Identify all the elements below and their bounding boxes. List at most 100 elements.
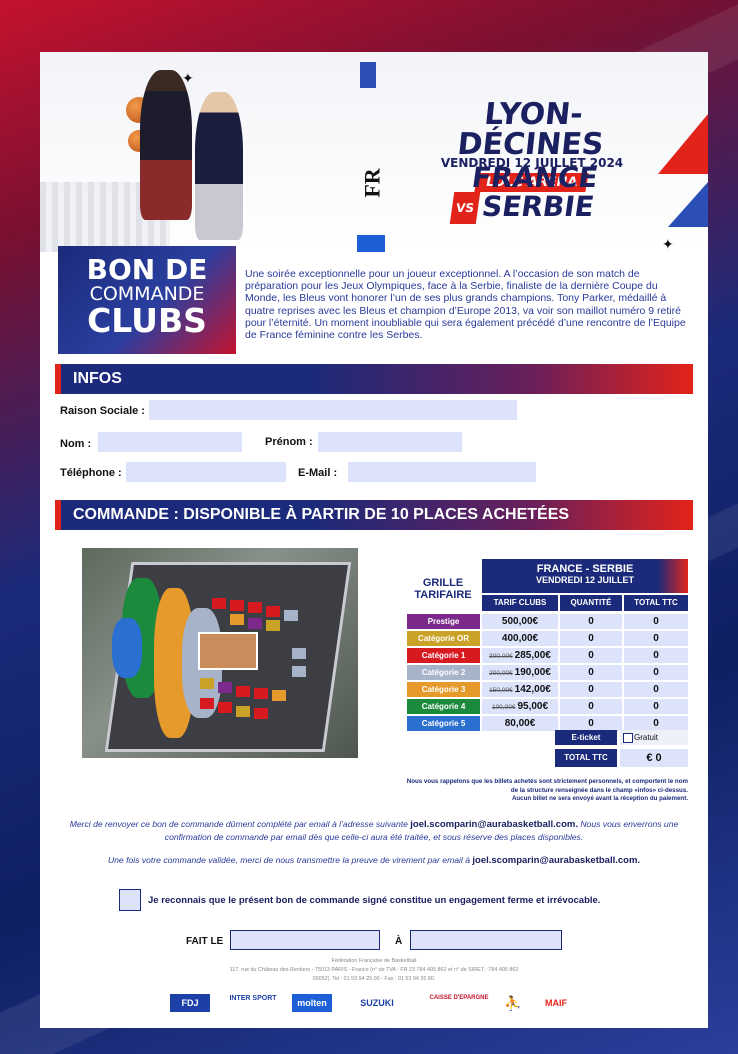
prenom-label: Prénom : bbox=[265, 436, 313, 448]
col-quantite: QUANTITÉ bbox=[560, 595, 622, 611]
seat-block bbox=[248, 602, 262, 613]
category-label: Prestige bbox=[407, 614, 480, 629]
sponsor-logos: FDJ INTER SPORT molten SUZUKI CAISSE D'E… bbox=[170, 994, 580, 1016]
player-illustration bbox=[140, 70, 192, 220]
row-total: 0 bbox=[624, 631, 688, 646]
nom-input[interactable] bbox=[98, 432, 242, 452]
price-table-date: VENDREDI 12 JUILLET bbox=[535, 575, 635, 585]
club-price: 400,00€ bbox=[501, 633, 539, 644]
seat-block bbox=[200, 698, 214, 709]
sponsor-caisse-epargne-logo: CAISSE D'EPARGNE bbox=[429, 995, 489, 1001]
seating-zone bbox=[112, 618, 142, 678]
fait-le-label: FAIT LE bbox=[186, 936, 224, 947]
quantity-input[interactable]: 0 bbox=[560, 631, 622, 646]
telephone-input[interactable] bbox=[126, 462, 286, 482]
raison-sociale-input[interactable] bbox=[149, 400, 517, 420]
event-banner: ✦ ✦ FR LYON-DÉCINES VENDREDI 12 JUILLET … bbox=[40, 52, 708, 252]
row-total: 0 bbox=[624, 614, 688, 629]
seat-block bbox=[218, 682, 232, 693]
grille-line-1: GRILLE bbox=[422, 577, 464, 589]
quantity-input[interactable]: 0 bbox=[560, 665, 622, 680]
disclaimer-line: de la structure renseignée dans le champ… bbox=[510, 786, 688, 794]
order-form-sheet: ✦ ✦ FR LYON-DÉCINES VENDREDI 12 JUILLET … bbox=[40, 52, 708, 1028]
seat-block bbox=[284, 610, 298, 621]
seat-block bbox=[218, 702, 232, 713]
intro-text: Une soirée exceptionnelle pour un joueur… bbox=[245, 268, 686, 342]
date-input[interactable] bbox=[230, 930, 380, 950]
club-price: 95,00€ bbox=[517, 701, 549, 712]
old-price: 200,00€ bbox=[489, 670, 513, 677]
col-total-ttc: TOTAL TTC bbox=[624, 595, 688, 611]
category-label: Catégorie 1 bbox=[407, 648, 480, 663]
club-price: 500,00€ bbox=[501, 616, 539, 627]
club-price: 285,00€ bbox=[514, 650, 551, 661]
sponsor-molten-logo: molten bbox=[292, 994, 332, 1012]
row-total: 0 bbox=[624, 665, 688, 680]
col-tarif-clubs: TARIF CLUBS bbox=[482, 595, 558, 611]
old-price: 100,00€ bbox=[491, 704, 516, 711]
note-text: Une fois votre commande validée, merci d… bbox=[107, 855, 473, 865]
quantity-input[interactable]: 0 bbox=[560, 716, 622, 731]
contact-email-link[interactable]: joel.scomparin@aurabasketball.com. bbox=[472, 855, 640, 866]
basketball-court bbox=[198, 632, 258, 670]
tarif-cell: 200,00€ 190,00€ bbox=[482, 665, 558, 680]
category-label: Catégorie 4 bbox=[407, 699, 480, 714]
contact-email-link[interactable]: joel.scomparin@aurabasketball.com. bbox=[410, 819, 578, 830]
quantity-input[interactable]: 0 bbox=[560, 682, 622, 697]
seat-block bbox=[236, 706, 250, 717]
team-b: SERBIE bbox=[479, 190, 597, 223]
sponsor-fdj-logo: FDJ bbox=[170, 994, 210, 1012]
section-infos-header: INFOS bbox=[55, 364, 693, 394]
gratuit-checkbox[interactable]: Gratuit bbox=[620, 730, 688, 745]
sponsor-intersport-logo: INTER SPORT bbox=[229, 995, 277, 1002]
decor-triangle-red bbox=[658, 114, 708, 174]
section-commande-header: COMMANDE : DISPONIBLE À PARTIR DE 10 PLA… bbox=[55, 500, 693, 530]
quantity-input[interactable]: 0 bbox=[560, 614, 622, 629]
tarif-cell: 100,00€ 95,00€ bbox=[482, 699, 558, 714]
raison-sociale-label: Raison Sociale : bbox=[60, 405, 145, 417]
club-price: 190,00€ bbox=[514, 667, 551, 678]
tarif-cell: 500,00€ bbox=[482, 614, 558, 629]
engagement-checkbox[interactable] bbox=[119, 889, 141, 911]
team-a: FRANCE bbox=[469, 161, 600, 194]
prenom-input[interactable] bbox=[318, 432, 462, 452]
seat-block bbox=[266, 606, 280, 617]
seat-block bbox=[292, 648, 306, 659]
place-label: À bbox=[395, 936, 403, 947]
payment-instructions: Une fois votre commande validée, merci d… bbox=[60, 854, 688, 867]
event-mini-logo bbox=[357, 235, 385, 252]
price-table-header: FRANCE - SERBIE VENDREDI 12 JUILLET bbox=[482, 559, 688, 593]
place-input[interactable] bbox=[410, 930, 562, 950]
quantity-input[interactable]: 0 bbox=[560, 699, 622, 714]
seat-block bbox=[254, 708, 268, 719]
seat-block bbox=[230, 600, 244, 611]
seat-block bbox=[266, 620, 280, 631]
sparkle-icon: ✦ bbox=[662, 236, 674, 252]
email-input[interactable] bbox=[348, 462, 536, 482]
title-line-3: CLUBS bbox=[87, 301, 207, 340]
total-ttc-label: TOTAL TTC bbox=[555, 749, 617, 767]
seat-block bbox=[292, 666, 306, 677]
old-price: 150,00€ bbox=[489, 687, 513, 694]
tarif-cell: 300,00€ 285,00€ bbox=[482, 648, 558, 663]
grille-tarifaire-label: GRILLE TARIFAIRE bbox=[404, 577, 482, 601]
tarif-cell: 80,00€ bbox=[482, 716, 558, 731]
seat-block bbox=[212, 598, 226, 609]
sponsor-suzuki-logo: SUZUKI bbox=[360, 998, 394, 1008]
seat-block bbox=[230, 614, 244, 625]
disclaimer-line: Aucun billet ne sera envoyé avant la réc… bbox=[511, 795, 688, 802]
price-table-match: FRANCE - SERBIE bbox=[536, 563, 634, 575]
seat-block bbox=[248, 618, 262, 629]
arena-seating-map bbox=[82, 548, 358, 758]
venue-city: LYON-DÉCINES bbox=[455, 97, 606, 162]
row-total: 0 bbox=[624, 699, 688, 714]
footer-line: 00052). Tel : 01 53 94 25 00 - Fax : 01 … bbox=[312, 976, 436, 982]
club-price: 142,00€ bbox=[514, 684, 551, 695]
player-illustration bbox=[195, 92, 243, 240]
nom-label: Nom : bbox=[60, 438, 92, 450]
tarif-cell: 400,00€ bbox=[482, 631, 558, 646]
quantity-input[interactable]: 0 bbox=[560, 648, 622, 663]
eticket-label: E-ticket bbox=[555, 730, 617, 745]
category-label: Catégorie 5 bbox=[407, 716, 480, 731]
category-label: Catégorie 3 bbox=[407, 682, 480, 697]
